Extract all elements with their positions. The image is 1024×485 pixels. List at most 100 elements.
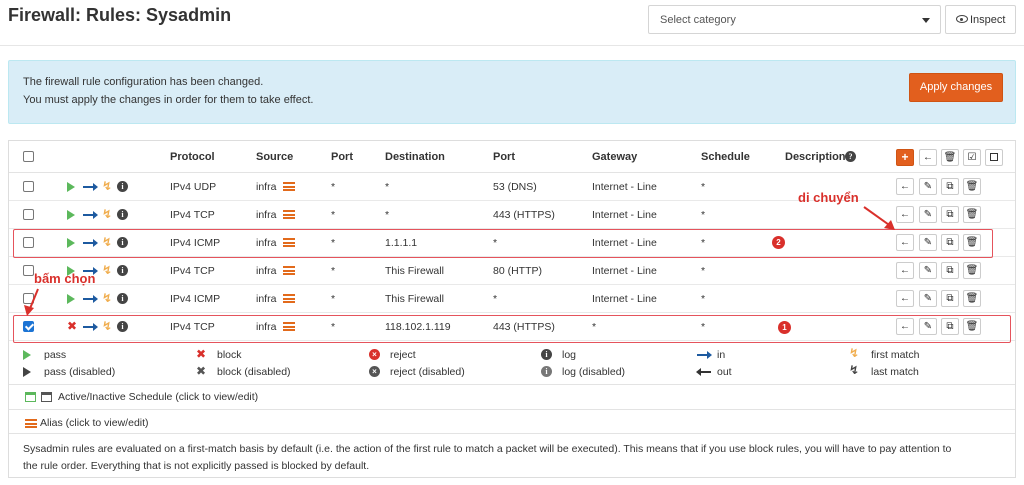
col-schedule: Schedule (701, 151, 750, 163)
table-row[interactable]: ↯ i IPv4 UDP infra * * 53 (DNS) Internet… (9, 173, 1015, 201)
reject-disabled-icon: × (369, 366, 380, 377)
edit-button[interactable]: ✎ (919, 290, 937, 307)
divider (9, 433, 1015, 434)
category-select[interactable]: Select category (648, 5, 941, 34)
square-icon (990, 153, 998, 161)
rules-description-line-1: Sysadmin rules are evaluated on a first-… (23, 443, 952, 455)
edit-button[interactable]: ✎ (919, 178, 937, 195)
col-gateway: Gateway (592, 151, 638, 163)
row-checkbox[interactable] (23, 209, 34, 220)
row-checkbox[interactable] (23, 265, 34, 276)
legend-last-match: last match (871, 366, 919, 378)
schedule-cell: * (701, 181, 706, 193)
arrow-left-icon: ← (923, 152, 933, 163)
legend-in: in (717, 349, 726, 361)
alias-icon (25, 419, 37, 428)
copy-button[interactable]: ⧉ (941, 206, 959, 223)
divider (9, 409, 1015, 410)
move-selected-button[interactable]: ← (919, 149, 937, 166)
row-checkbox[interactable] (23, 181, 34, 192)
copy-icon: ⧉ (946, 209, 954, 220)
alert-line-2: You must apply the changes in order for … (23, 94, 314, 106)
copy-icon: ⧉ (946, 293, 954, 304)
info-icon[interactable]: i (117, 209, 128, 220)
gateway-cell: Internet - Line (592, 265, 657, 277)
source-cell: infra (256, 181, 277, 193)
copy-button[interactable]: ⧉ (941, 178, 959, 195)
bolt-icon: ↯ (102, 179, 113, 193)
arrow-left-icon: ← (900, 265, 910, 276)
delete-selected-button[interactable]: 🗑 (941, 149, 959, 166)
alias-icon[interactable] (283, 294, 295, 303)
alias-icon[interactable] (283, 210, 295, 219)
trash-icon: 🗑 (965, 181, 979, 192)
table-row[interactable]: ↯ i IPv4 TCP infra * This Firewall 80 (H… (9, 257, 1015, 285)
dst-port-cell: 80 (HTTP) (493, 265, 543, 277)
info-icon[interactable]: i (117, 293, 128, 304)
info-icon[interactable]: i (117, 181, 128, 192)
legend-log: log (562, 349, 577, 361)
block-disabled-icon: ✖ (196, 364, 207, 378)
alias-icon[interactable] (283, 182, 295, 191)
toggle-off-selected-button[interactable] (985, 149, 1003, 166)
reject-icon: × (369, 349, 380, 360)
table-header: Protocol Source Port Destination Port Ga… (9, 141, 1015, 173)
pencil-icon: ✎ (923, 265, 933, 276)
annotation-arrow-icon (24, 288, 39, 316)
block-icon: ✖ (196, 347, 207, 361)
pass-icon (67, 210, 75, 220)
legend-log-disabled: log (disabled) (562, 366, 626, 378)
inspect-button[interactable]: Inspect (945, 5, 1016, 34)
src-port-cell: * (331, 265, 336, 277)
rules-panel: Protocol Source Port Destination Port Ga… (8, 140, 1016, 478)
move-here-button[interactable]: ← (896, 178, 914, 195)
source-cell: infra (256, 209, 277, 221)
add-rule-top-button[interactable]: + (896, 149, 914, 166)
protocol-cell: IPv4 UDP (170, 181, 217, 193)
col-description: Description (785, 151, 846, 163)
delete-button[interactable]: 🗑 (963, 290, 981, 307)
delete-button[interactable]: 🗑 (963, 178, 981, 195)
gateway-cell: Internet - Line (592, 293, 657, 305)
move-here-button[interactable]: ← (896, 290, 914, 307)
highlight-box-rule-1 (13, 315, 1011, 343)
table-row[interactable]: ↯ i IPv4 ICMP infra * This Firewall * In… (9, 285, 1015, 313)
annotation-arrow-icon (863, 206, 895, 230)
edit-button[interactable]: ✎ (919, 206, 937, 223)
info-icon[interactable]: i (117, 265, 128, 276)
trash-icon: 🗑 (965, 293, 979, 304)
move-here-button[interactable]: ← (896, 206, 914, 223)
page-title: Firewall: Rules: Sysadmin (8, 5, 232, 25)
arrow-in-icon (697, 351, 712, 359)
col-source: Source (256, 151, 294, 163)
pass-icon (67, 182, 75, 192)
copy-button[interactable]: ⧉ (941, 290, 959, 307)
select-all-checkbox[interactable] (23, 151, 34, 162)
pass-disabled-icon (23, 367, 31, 377)
legend-pass: pass (44, 349, 67, 361)
help-icon[interactable]: ? (845, 151, 856, 162)
bolt-icon: ↯ (849, 346, 860, 360)
log-disabled-icon: i (541, 366, 552, 377)
alert-line-1: The firewall rule configuration has been… (23, 76, 264, 88)
apply-changes-button[interactable]: Apply changes (909, 73, 1003, 102)
chevron-down-icon (922, 18, 930, 23)
protocol-cell: IPv4 ICMP (170, 293, 221, 305)
alias-icon[interactable] (283, 266, 295, 275)
copy-icon: ⧉ (946, 265, 954, 276)
edit-button[interactable]: ✎ (919, 262, 937, 279)
toggle-selected-button[interactable]: ☑ (963, 149, 981, 166)
copy-button[interactable]: ⧉ (941, 262, 959, 279)
eye-icon (956, 15, 968, 23)
move-here-button[interactable]: ← (896, 262, 914, 279)
delete-button[interactable]: 🗑 (963, 262, 981, 279)
gateway-cell: Internet - Line (592, 181, 657, 193)
delete-button[interactable]: 🗑 (963, 206, 981, 223)
annotation-select-label: bấm chọn (34, 271, 96, 286)
calendar-icon (25, 392, 36, 402)
config-changed-alert: The firewall rule configuration has been… (8, 60, 1016, 124)
dst-port-cell: 53 (DNS) (493, 181, 537, 193)
bolt-dark-icon: ↯ (849, 363, 860, 377)
legend-out: out (717, 366, 732, 378)
destination-cell: * (385, 181, 390, 193)
